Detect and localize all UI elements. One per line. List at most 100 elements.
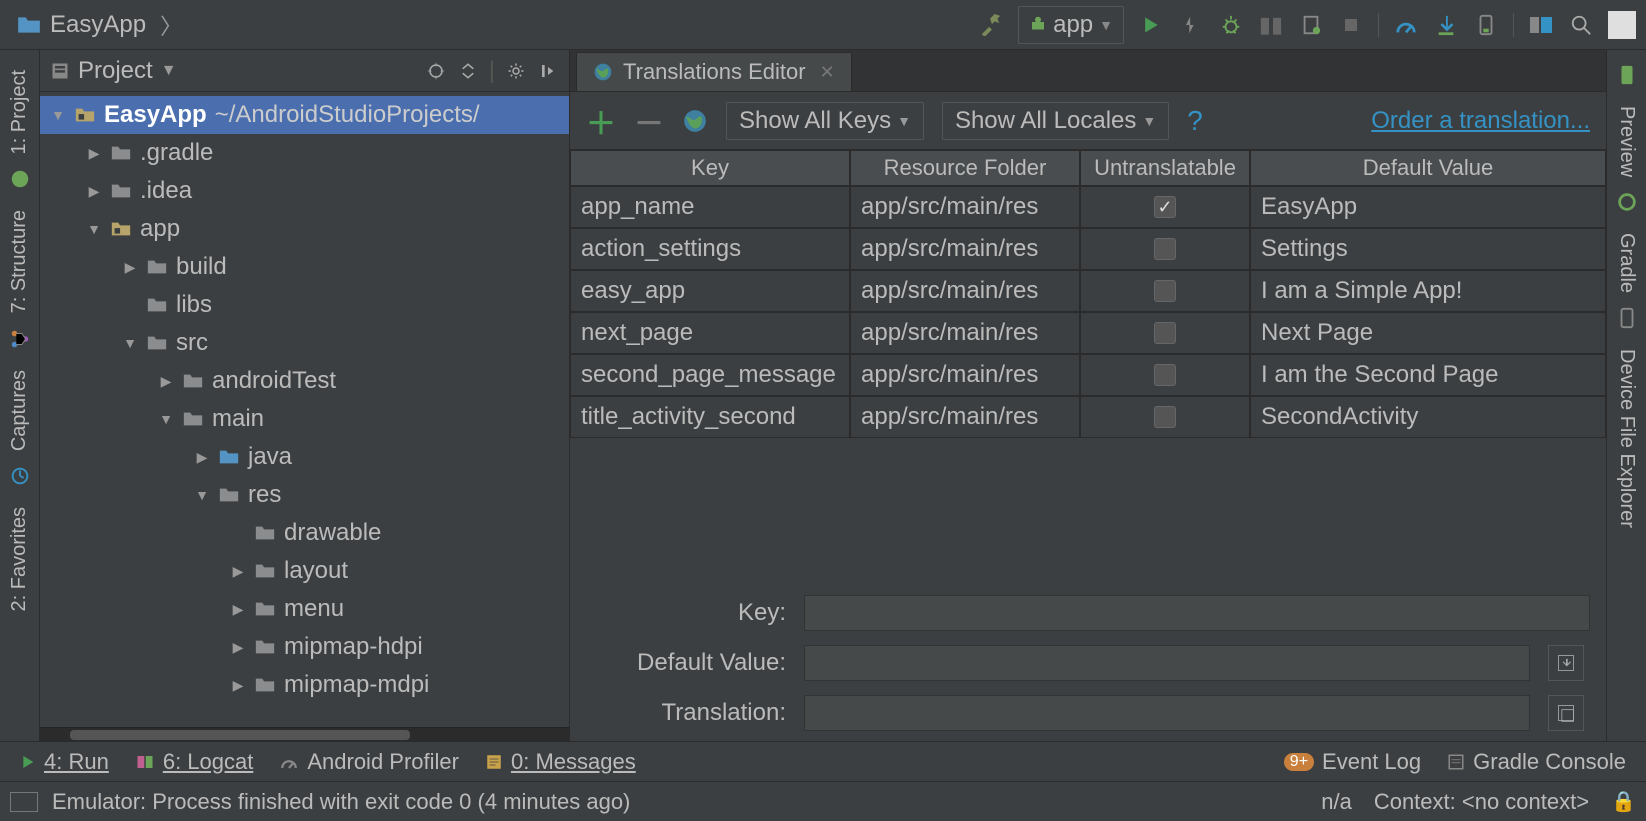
bottom-gradle-console[interactable]: Gradle Console xyxy=(1447,749,1626,775)
table-cell-key[interactable]: app_name xyxy=(570,186,850,228)
table-cell-untranslatable[interactable] xyxy=(1080,228,1250,270)
table-cell-folder[interactable]: app/src/main/res xyxy=(850,396,1080,438)
table-cell-value[interactable]: Settings xyxy=(1250,228,1606,270)
table-header[interactable]: Untranslatable xyxy=(1080,150,1250,186)
tree-node[interactable]: main xyxy=(40,400,569,438)
table-cell-value[interactable]: I am a Simple App! xyxy=(1250,270,1606,312)
table-cell-value[interactable]: Next Page xyxy=(1250,312,1606,354)
run-icon[interactable] xyxy=(1138,12,1164,38)
help-icon[interactable]: ? xyxy=(1187,105,1203,137)
table-cell-key[interactable]: second_page_message xyxy=(570,354,850,396)
project-tree[interactable]: EasyApp ~/AndroidStudioProjects/.gradle.… xyxy=(40,92,569,727)
right-strip-gradle[interactable]: Gradle xyxy=(1615,233,1638,293)
tree-arrow-icon[interactable] xyxy=(86,183,102,200)
table-cell-folder[interactable]: app/src/main/res xyxy=(850,354,1080,396)
status-context[interactable]: Context: <no context> xyxy=(1374,789,1589,815)
add-key-icon[interactable]: ＋ xyxy=(586,99,616,143)
checkbox[interactable] xyxy=(1154,196,1176,218)
form-translation-input[interactable] xyxy=(804,695,1530,731)
project-panel-title[interactable]: Project xyxy=(78,57,153,85)
globe-add-locale-icon[interactable] xyxy=(682,108,708,134)
hide-icon[interactable] xyxy=(537,60,559,82)
form-key-input[interactable] xyxy=(804,595,1590,631)
tree-node[interactable]: java xyxy=(40,438,569,476)
tree-node[interactable]: mipmap-hdpi xyxy=(40,628,569,666)
build-icon[interactable] xyxy=(978,12,1004,38)
table-header[interactable]: Resource Folder xyxy=(850,150,1080,186)
search-icon[interactable] xyxy=(1568,12,1594,38)
tree-node[interactable]: EasyApp ~/AndroidStudioProjects/ xyxy=(40,96,569,134)
close-icon[interactable]: ✕ xyxy=(820,62,835,83)
left-strip-favorites[interactable]: 2: Favorites xyxy=(8,507,31,611)
order-translation-link[interactable]: Order a translation... xyxy=(1371,107,1590,135)
bottom-messages[interactable]: 0: Messages xyxy=(485,749,636,775)
coverage-icon[interactable]: ▮▮ xyxy=(1258,12,1284,38)
tab-translations-editor[interactable]: Translations Editor ✕ xyxy=(576,52,852,91)
tree-node[interactable]: .gradle xyxy=(40,134,569,172)
tree-arrow-icon[interactable] xyxy=(86,145,102,162)
debug-icon[interactable] xyxy=(1218,12,1244,38)
tree-node[interactable]: drawable xyxy=(40,514,569,552)
avd-icon[interactable] xyxy=(1473,12,1499,38)
checkbox[interactable] xyxy=(1154,364,1176,386)
table-cell-folder[interactable]: app/src/main/res xyxy=(850,186,1080,228)
table-cell-folder[interactable]: app/src/main/res xyxy=(850,312,1080,354)
remove-key-icon[interactable]: － xyxy=(634,99,664,143)
gear-icon[interactable] xyxy=(505,60,527,82)
table-cell-key[interactable]: next_page xyxy=(570,312,850,354)
tree-arrow-icon[interactable] xyxy=(158,373,174,390)
table-cell-folder[interactable]: app/src/main/res xyxy=(850,228,1080,270)
stop-icon[interactable] xyxy=(1338,12,1364,38)
download-icon[interactable] xyxy=(1433,12,1459,38)
checkbox[interactable] xyxy=(1154,322,1176,344)
tree-arrow-icon[interactable] xyxy=(122,259,138,276)
tree-horizontal-scrollbar[interactable] xyxy=(40,727,569,741)
apply-changes-icon[interactable] xyxy=(1178,12,1204,38)
right-strip-device-explorer[interactable]: Device File Explorer xyxy=(1615,349,1638,528)
table-header[interactable]: Default Value xyxy=(1250,150,1606,186)
left-strip-captures[interactable]: Captures xyxy=(8,370,31,451)
table-cell-key[interactable]: title_activity_second xyxy=(570,396,850,438)
table-cell-untranslatable[interactable] xyxy=(1080,270,1250,312)
tree-arrow-icon[interactable] xyxy=(50,107,66,123)
target-icon[interactable] xyxy=(425,60,447,82)
tree-node[interactable]: .idea xyxy=(40,172,569,210)
right-strip-preview[interactable]: Preview xyxy=(1615,106,1638,177)
checkbox[interactable] xyxy=(1154,238,1176,260)
table-cell-untranslatable[interactable] xyxy=(1080,312,1250,354)
form-default-input[interactable] xyxy=(804,645,1530,681)
tree-arrow-icon[interactable] xyxy=(158,411,174,427)
tree-arrow-icon[interactable] xyxy=(230,677,246,694)
table-cell-value[interactable]: EasyApp xyxy=(1250,186,1606,228)
tree-node[interactable]: libs xyxy=(40,286,569,324)
table-cell-key[interactable]: easy_app xyxy=(570,270,850,312)
form-translation-browse-icon[interactable] xyxy=(1548,695,1584,731)
left-strip-structure[interactable]: 7: Structure xyxy=(8,210,31,313)
tree-node[interactable]: build xyxy=(40,248,569,286)
attach-debugger-icon[interactable] xyxy=(1298,12,1324,38)
tree-node[interactable]: androidTest xyxy=(40,362,569,400)
run-config-select[interactable]: app ▼ xyxy=(1018,6,1124,44)
profiler-icon[interactable] xyxy=(1393,12,1419,38)
tree-arrow-icon[interactable] xyxy=(230,601,246,618)
table-cell-untranslatable[interactable] xyxy=(1080,354,1250,396)
tree-node[interactable]: layout xyxy=(40,552,569,590)
show-keys-select[interactable]: Show All Keys ▼ xyxy=(726,102,924,140)
tree-arrow-icon[interactable] xyxy=(230,563,246,580)
table-cell-value[interactable]: I am the Second Page xyxy=(1250,354,1606,396)
table-header[interactable]: Key xyxy=(570,150,850,186)
bottom-run[interactable]: 4: Run xyxy=(20,749,109,775)
translations-table[interactable]: KeyResource FolderUntranslatableDefault … xyxy=(570,150,1606,438)
lock-icon[interactable]: 🔒 xyxy=(1611,789,1636,814)
bottom-profiler[interactable]: Android Profiler xyxy=(279,749,459,775)
user-avatar[interactable] xyxy=(1608,11,1636,39)
table-cell-value[interactable]: SecondActivity xyxy=(1250,396,1606,438)
chevron-down-icon[interactable]: ▼ xyxy=(161,62,177,80)
bottom-logcat[interactable]: 6: Logcat xyxy=(135,749,254,775)
tree-arrow-icon[interactable] xyxy=(194,449,210,466)
form-default-browse-icon[interactable] xyxy=(1548,645,1584,681)
bottom-event-log[interactable]: 9+ Event Log xyxy=(1284,749,1421,775)
breadcrumb[interactable]: EasyApp 〉 xyxy=(0,9,182,41)
left-strip-project[interactable]: 1: Project xyxy=(8,70,31,154)
status-window-icon[interactable] xyxy=(10,792,38,812)
